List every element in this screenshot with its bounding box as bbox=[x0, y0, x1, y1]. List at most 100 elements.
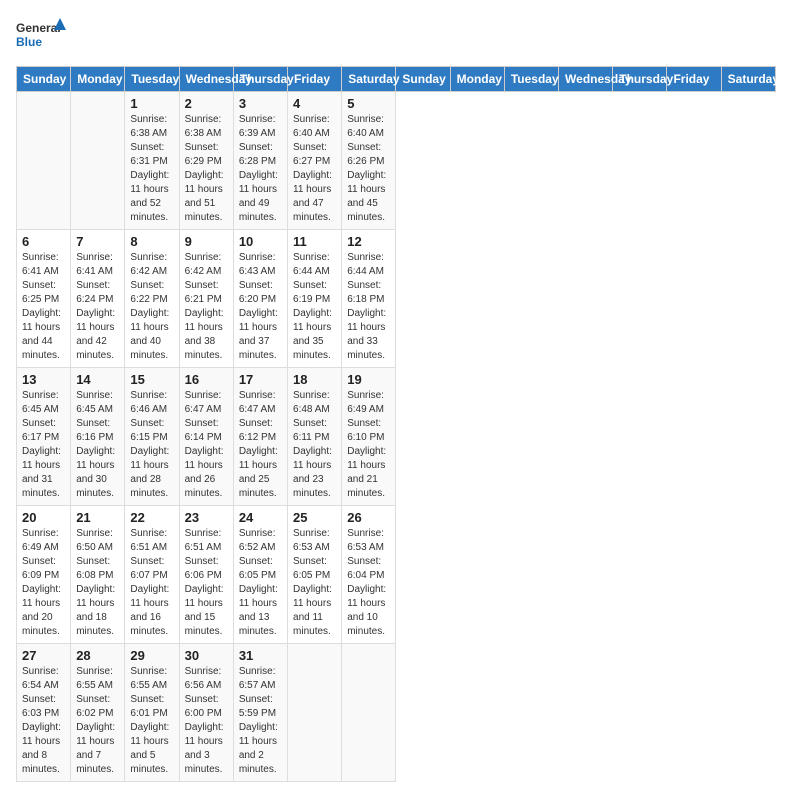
day-number: 9 bbox=[185, 234, 228, 249]
calendar-cell: 23 Sunrise: 6:51 AM Sunset: 6:06 PM Dayli… bbox=[179, 506, 233, 644]
day-info: Sunrise: 6:55 AM Sunset: 6:01 PM Dayligh… bbox=[130, 665, 173, 777]
day-of-week-header: Monday bbox=[71, 67, 125, 92]
day-number: 28 bbox=[76, 648, 119, 663]
calendar-cell bbox=[17, 92, 71, 230]
calendar-cell: 17 Sunrise: 6:47 AM Sunset: 6:12 PM Dayli… bbox=[233, 368, 287, 506]
day-number: 26 bbox=[347, 510, 390, 525]
day-info: Sunrise: 6:40 AM Sunset: 6:26 PM Dayligh… bbox=[347, 113, 390, 225]
day-number: 17 bbox=[239, 372, 282, 387]
calendar-cell: 28 Sunrise: 6:55 AM Sunset: 6:02 PM Dayli… bbox=[71, 644, 125, 782]
day-number: 15 bbox=[130, 372, 173, 387]
calendar-cell: 31 Sunrise: 6:57 AM Sunset: 5:59 PM Dayli… bbox=[233, 644, 287, 782]
calendar-cell: 3Sunrise: 6:39 AM Sunset: 6:28 PM Daylig… bbox=[233, 92, 287, 230]
calendar-table: SundayMondayTuesdayWednesdayThursdayFrid… bbox=[16, 66, 776, 782]
day-number: 19 bbox=[347, 372, 390, 387]
calendar-cell: 2Sunrise: 6:38 AM Sunset: 6:29 PM Daylig… bbox=[179, 92, 233, 230]
calendar-cell: 27 Sunrise: 6:54 AM Sunset: 6:03 PM Dayli… bbox=[17, 644, 71, 782]
day-of-week-header: Sunday bbox=[17, 67, 71, 92]
day-info: Sunrise: 6:49 AM Sunset: 6:09 PM Dayligh… bbox=[22, 527, 65, 639]
day-number: 5 bbox=[347, 96, 390, 111]
calendar-cell: 18 Sunrise: 6:48 AM Sunset: 6:11 PM Dayli… bbox=[288, 368, 342, 506]
calendar-cell: 4Sunrise: 6:40 AM Sunset: 6:27 PM Daylig… bbox=[288, 92, 342, 230]
calendar-cell: 30Sunrise: 6:56 AM Sunset: 6:00 PM Dayli… bbox=[179, 644, 233, 782]
day-info: Sunrise: 6:48 AM Sunset: 6:11 PM Dayligh… bbox=[293, 389, 336, 501]
day-info: Sunrise: 6:47 AM Sunset: 6:12 PM Dayligh… bbox=[239, 389, 282, 501]
day-number: 6 bbox=[22, 234, 65, 249]
calendar-cell: 19 Sunrise: 6:49 AM Sunset: 6:10 PM Dayli… bbox=[342, 368, 396, 506]
day-number: 24 bbox=[239, 510, 282, 525]
day-of-week-header: Tuesday bbox=[125, 67, 179, 92]
page-header: General Blue bbox=[16, 16, 776, 56]
day-info: Sunrise: 6:57 AM Sunset: 5:59 PM Dayligh… bbox=[239, 665, 282, 777]
calendar-cell: 8 Sunrise: 6:42 AM Sunset: 6:22 PM Daylig… bbox=[125, 230, 179, 368]
day-number: 11 bbox=[293, 234, 336, 249]
day-of-week-header: Wednesday bbox=[179, 67, 233, 92]
svg-text:Blue: Blue bbox=[16, 35, 42, 49]
day-info: Sunrise: 6:42 AM Sunset: 6:21 PM Dayligh… bbox=[185, 251, 228, 363]
calendar-week-row: 13Sunrise: 6:45 AM Sunset: 6:17 PM Dayli… bbox=[17, 368, 776, 506]
day-number: 2 bbox=[185, 96, 228, 111]
day-number: 10 bbox=[239, 234, 282, 249]
calendar-cell: 16 Sunrise: 6:47 AM Sunset: 6:14 PM Dayli… bbox=[179, 368, 233, 506]
calendar-cell: 21Sunrise: 6:50 AM Sunset: 6:08 PM Dayli… bbox=[71, 506, 125, 644]
calendar-cell: 9 Sunrise: 6:42 AM Sunset: 6:21 PM Daylig… bbox=[179, 230, 233, 368]
calendar-cell bbox=[288, 644, 342, 782]
calendar-cell: 15 Sunrise: 6:46 AM Sunset: 6:15 PM Dayli… bbox=[125, 368, 179, 506]
calendar-week-row: 27 Sunrise: 6:54 AM Sunset: 6:03 PM Dayli… bbox=[17, 644, 776, 782]
day-number: 1 bbox=[130, 96, 173, 111]
day-info: Sunrise: 6:45 AM Sunset: 6:16 PM Dayligh… bbox=[76, 389, 119, 501]
calendar-week-row: 1 Sunrise: 6:38 AM Sunset: 6:31 PM Daylig… bbox=[17, 92, 776, 230]
calendar-cell: 20 Sunrise: 6:49 AM Sunset: 6:09 PM Dayli… bbox=[17, 506, 71, 644]
day-of-week-header: Thursday bbox=[613, 67, 667, 92]
calendar-cell bbox=[342, 644, 396, 782]
day-number: 18 bbox=[293, 372, 336, 387]
day-info: Sunrise: 6:44 AM Sunset: 6:18 PM Dayligh… bbox=[347, 251, 390, 363]
day-number: 7 bbox=[76, 234, 119, 249]
calendar-cell: 12 Sunrise: 6:44 AM Sunset: 6:18 PM Dayli… bbox=[342, 230, 396, 368]
calendar-cell: 13Sunrise: 6:45 AM Sunset: 6:17 PM Dayli… bbox=[17, 368, 71, 506]
day-info: Sunrise: 6:39 AM Sunset: 6:28 PM Dayligh… bbox=[239, 113, 282, 225]
day-info: Sunrise: 6:46 AM Sunset: 6:15 PM Dayligh… bbox=[130, 389, 173, 501]
day-number: 21 bbox=[76, 510, 119, 525]
day-number: 31 bbox=[239, 648, 282, 663]
day-number: 22 bbox=[130, 510, 173, 525]
day-number: 13 bbox=[22, 372, 65, 387]
calendar-cell: 5 Sunrise: 6:40 AM Sunset: 6:26 PM Daylig… bbox=[342, 92, 396, 230]
day-number: 23 bbox=[185, 510, 228, 525]
day-info: Sunrise: 6:55 AM Sunset: 6:02 PM Dayligh… bbox=[76, 665, 119, 777]
calendar-week-row: 20 Sunrise: 6:49 AM Sunset: 6:09 PM Dayli… bbox=[17, 506, 776, 644]
calendar-cell: 6 Sunrise: 6:41 AM Sunset: 6:25 PM Daylig… bbox=[17, 230, 71, 368]
day-info: Sunrise: 6:47 AM Sunset: 6:14 PM Dayligh… bbox=[185, 389, 228, 501]
day-of-week-header: Saturday bbox=[721, 67, 775, 92]
day-number: 12 bbox=[347, 234, 390, 249]
day-info: Sunrise: 6:54 AM Sunset: 6:03 PM Dayligh… bbox=[22, 665, 65, 777]
day-info: Sunrise: 6:52 AM Sunset: 6:05 PM Dayligh… bbox=[239, 527, 282, 639]
logo: General Blue bbox=[16, 16, 66, 56]
day-number: 20 bbox=[22, 510, 65, 525]
day-of-week-header: Tuesday bbox=[504, 67, 558, 92]
calendar-cell: 7 Sunrise: 6:41 AM Sunset: 6:24 PM Daylig… bbox=[71, 230, 125, 368]
calendar-cell: 1 Sunrise: 6:38 AM Sunset: 6:31 PM Daylig… bbox=[125, 92, 179, 230]
calendar-cell: 11Sunrise: 6:44 AM Sunset: 6:19 PM Dayli… bbox=[288, 230, 342, 368]
day-number: 16 bbox=[185, 372, 228, 387]
day-number: 29 bbox=[130, 648, 173, 663]
day-info: Sunrise: 6:53 AM Sunset: 6:04 PM Dayligh… bbox=[347, 527, 390, 639]
day-info: Sunrise: 6:51 AM Sunset: 6:06 PM Dayligh… bbox=[185, 527, 228, 639]
calendar-header-row: SundayMondayTuesdayWednesdayThursdayFrid… bbox=[17, 67, 776, 92]
day-of-week-header: Wednesday bbox=[559, 67, 613, 92]
day-of-week-header: Friday bbox=[667, 67, 721, 92]
calendar-cell: 29 Sunrise: 6:55 AM Sunset: 6:01 PM Dayli… bbox=[125, 644, 179, 782]
day-number: 27 bbox=[22, 648, 65, 663]
day-info: Sunrise: 6:49 AM Sunset: 6:10 PM Dayligh… bbox=[347, 389, 390, 501]
day-number: 4 bbox=[293, 96, 336, 111]
day-info: Sunrise: 6:38 AM Sunset: 6:31 PM Dayligh… bbox=[130, 113, 173, 225]
day-info: Sunrise: 6:41 AM Sunset: 6:24 PM Dayligh… bbox=[76, 251, 119, 363]
day-of-week-header: Saturday bbox=[342, 67, 396, 92]
day-info: Sunrise: 6:51 AM Sunset: 6:07 PM Dayligh… bbox=[130, 527, 173, 639]
day-of-week-header: Friday bbox=[288, 67, 342, 92]
day-number: 8 bbox=[130, 234, 173, 249]
logo-svg: General Blue bbox=[16, 16, 66, 56]
day-info: Sunrise: 6:41 AM Sunset: 6:25 PM Dayligh… bbox=[22, 251, 65, 363]
day-info: Sunrise: 6:42 AM Sunset: 6:22 PM Dayligh… bbox=[130, 251, 173, 363]
svg-text:General: General bbox=[16, 21, 61, 35]
